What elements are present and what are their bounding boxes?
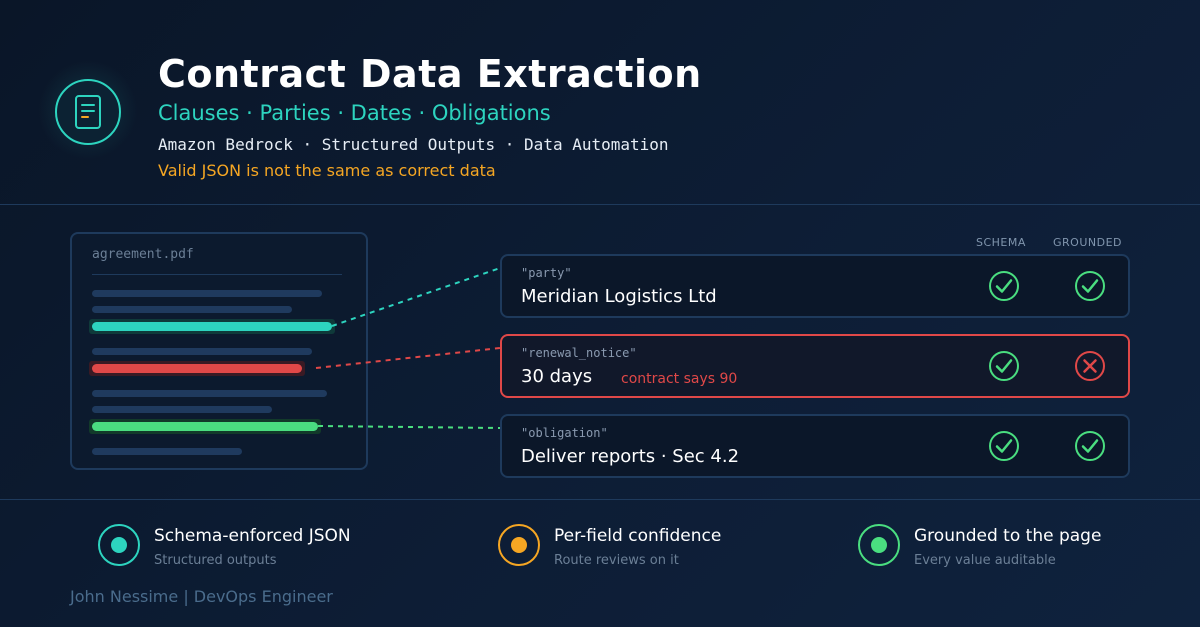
footer-divider — [0, 499, 1200, 500]
feature-schema-icon — [98, 524, 140, 566]
field-mismatch-note: contract says 90 — [621, 371, 738, 387]
field-value: Meridian Logistics Ltd — [521, 286, 717, 307]
grounded-check-icon — [1075, 271, 1105, 301]
field-key: "renewal_notice" — [521, 346, 637, 360]
connector-renewal-notice — [315, 347, 501, 369]
column-header-grounded: GROUNDED — [1053, 236, 1122, 249]
field-key: "party" — [521, 266, 572, 280]
field-card-renewal-notice: "renewal_notice" 30 days contract says 9… — [500, 334, 1130, 398]
field-key: "obligation" — [521, 426, 608, 440]
author-byline: John Nessime | DevOps Engineer — [70, 587, 333, 606]
connector-party — [331, 267, 501, 327]
feature-title: Per-field confidence — [554, 526, 722, 546]
feature-confidence-icon — [498, 524, 540, 566]
column-header-schema: SCHEMA — [976, 236, 1026, 249]
feature-title: Grounded to the page — [914, 526, 1102, 546]
schema-check-icon — [989, 271, 1019, 301]
connector-obligation — [317, 425, 501, 429]
schema-check-icon — [989, 431, 1019, 461]
feature-title: Schema-enforced JSON — [154, 526, 351, 546]
schema-check-icon — [989, 351, 1019, 381]
feature-subtitle: Every value auditable — [914, 553, 1056, 568]
grounded-check-icon — [1075, 431, 1105, 461]
feature-subtitle: Route reviews on it — [554, 553, 679, 568]
field-value: Deliver reports · Sec 4.2 — [521, 446, 740, 467]
field-card-obligation: "obligation" Deliver reports · Sec 4.2 — [500, 414, 1130, 478]
feature-grounded-icon — [858, 524, 900, 566]
feature-subtitle: Structured outputs — [154, 553, 277, 568]
grounded-fail-icon — [1075, 351, 1105, 381]
field-value: 30 days — [521, 366, 593, 387]
field-card-party: "party" Meridian Logistics Ltd — [500, 254, 1130, 318]
